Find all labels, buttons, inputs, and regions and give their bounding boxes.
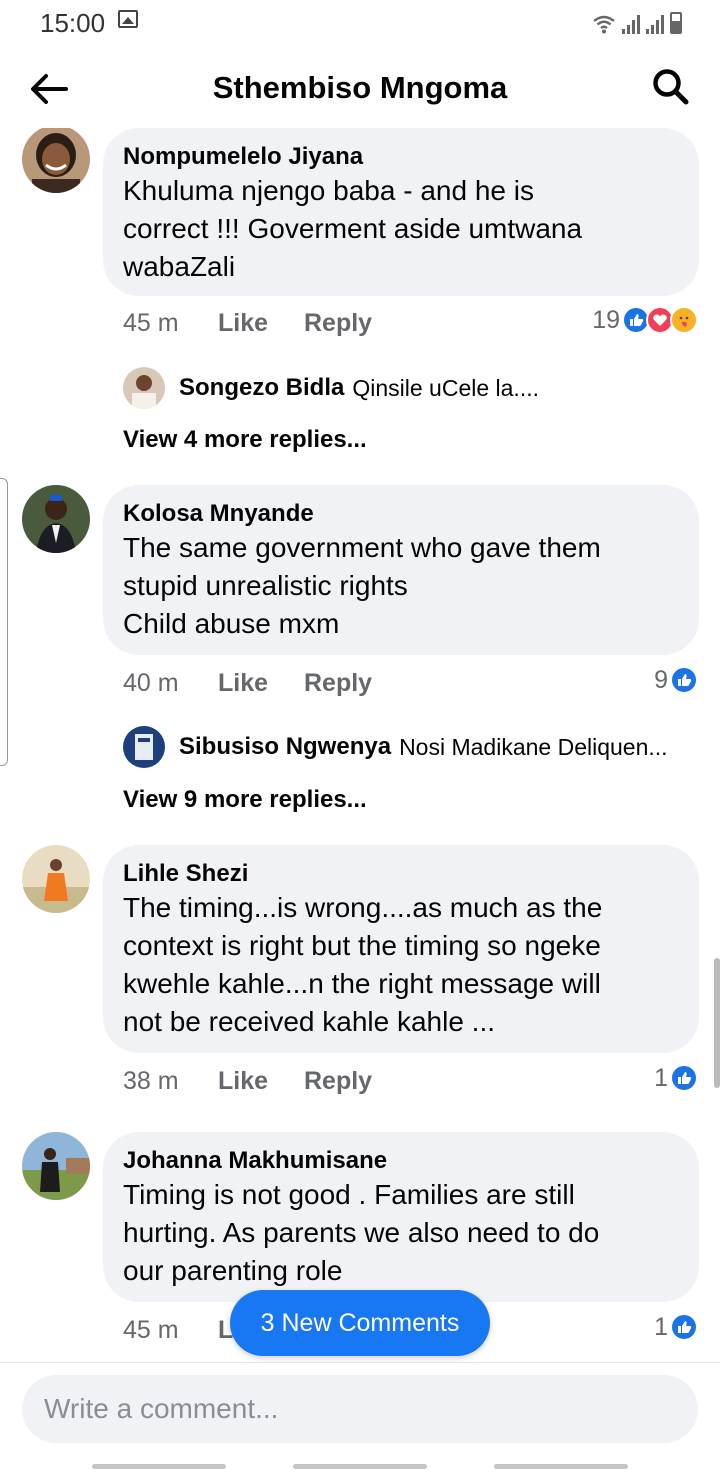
nav-home-handle[interactable] xyxy=(293,1464,427,1469)
comment-actions: 38 m Like Reply xyxy=(123,1063,372,1099)
scrollbar[interactable] xyxy=(714,958,720,1088)
status-bar: 15:00 xyxy=(0,0,720,44)
comment-text: Timing is not good . Families are still … xyxy=(123,1179,600,1286)
reaction-summary[interactable]: 9 xyxy=(654,662,698,698)
comment-actions: 45 m Like Reply xyxy=(123,305,372,341)
gallery-notification-icon xyxy=(118,10,138,28)
comment-bubble[interactable]: Johanna Makhumisane Timing is not good .… xyxy=(103,1132,699,1302)
comment-list[interactable]: Nompumelelo Jiyana Khuluma njengo baba -… xyxy=(0,128,720,1362)
comment-time: 38 m xyxy=(123,1066,179,1095)
header-bar: Sthembiso Mngoma xyxy=(0,48,720,128)
reaction-summary[interactable]: 1 xyxy=(654,1309,698,1345)
reply-button[interactable]: Reply xyxy=(304,669,372,698)
comment-input[interactable] xyxy=(22,1375,698,1443)
page-title: Sthembiso Mngoma xyxy=(212,70,508,105)
reply-author[interactable]: Songezo Bidla xyxy=(179,374,344,402)
reply-author[interactable]: Sibusiso Ngwenya xyxy=(179,733,391,761)
reply-avatar[interactable] xyxy=(123,367,165,409)
new-comments-button[interactable]: 3 New Comments xyxy=(230,1290,490,1356)
care-icon xyxy=(670,306,698,334)
avatar[interactable] xyxy=(22,485,90,553)
reaction-count: 1 xyxy=(654,1063,668,1092)
avatar[interactable] xyxy=(22,845,90,913)
avatar[interactable] xyxy=(22,128,90,193)
comment-author[interactable]: Nompumelelo Jiyana xyxy=(123,142,677,172)
battery-icon xyxy=(670,12,682,34)
reply-text: Nosi Madikane Deliquen... xyxy=(399,733,668,760)
reply-text: Qinsile uCele la.... xyxy=(352,374,539,401)
signal-icon-2 xyxy=(646,14,664,34)
comment-author[interactable]: Kolosa Mnyande xyxy=(123,499,677,529)
reply-button[interactable]: Reply xyxy=(304,309,372,338)
comment-author[interactable]: Johanna Makhumisane xyxy=(123,1146,677,1176)
like-button[interactable]: Like xyxy=(218,309,304,338)
like-icon xyxy=(670,1313,698,1341)
wifi-icon xyxy=(593,15,615,34)
like-button[interactable]: Like xyxy=(218,669,304,698)
comment-text: The same government who gave them stupid… xyxy=(123,532,601,639)
side-edge-handle[interactable] xyxy=(0,478,8,766)
reply-button[interactable]: Reply xyxy=(304,1067,372,1096)
comment-actions: 40 m Like Reply xyxy=(123,665,372,701)
reaction-count: 1 xyxy=(654,1312,668,1341)
reply-avatar[interactable] xyxy=(123,726,165,768)
nav-recent-handle[interactable] xyxy=(92,1464,226,1469)
avatar[interactable] xyxy=(22,1132,90,1200)
reaction-count: 9 xyxy=(654,665,668,694)
comment-text: The timing...is wrong....as much as the … xyxy=(123,892,603,1037)
reply-preview[interactable]: Sibusiso Ngwenya Nosi Madikane Deliquen.… xyxy=(123,726,668,768)
reaction-summary[interactable]: 1 xyxy=(654,1060,698,1096)
comment-text: Khuluma njengo baba - and he is correct … xyxy=(123,175,583,282)
comment-time: 45 m xyxy=(123,1315,179,1344)
like-icon xyxy=(670,666,698,694)
nav-back-handle[interactable] xyxy=(494,1464,628,1469)
reaction-count: 19 xyxy=(592,305,620,334)
status-indicators xyxy=(592,8,682,34)
system-nav-bar xyxy=(0,1454,720,1480)
signal-icon xyxy=(622,14,640,34)
status-time: 15:00 xyxy=(40,8,106,38)
comment-time: 45 m xyxy=(123,308,179,337)
comment-author[interactable]: Lihle Shezi xyxy=(123,859,677,889)
comment-bubble[interactable]: Lihle Shezi The timing...is wrong....as … xyxy=(103,845,699,1053)
reply-preview[interactable]: Songezo Bidla Qinsile uCele la.... xyxy=(123,367,539,409)
comment-bubble[interactable]: Nompumelelo Jiyana Khuluma njengo baba -… xyxy=(103,128,699,296)
search-icon[interactable] xyxy=(652,68,690,106)
reaction-summary[interactable]: 19 xyxy=(592,302,698,338)
like-button[interactable]: Like xyxy=(218,1067,304,1096)
comment-bubble[interactable]: Kolosa Mnyande The same government who g… xyxy=(103,485,699,655)
comment-time: 40 m xyxy=(123,668,179,697)
view-more-replies[interactable]: View 9 more replies... xyxy=(123,786,367,814)
like-icon xyxy=(670,1064,698,1092)
view-more-replies[interactable]: View 4 more replies... xyxy=(123,426,367,454)
